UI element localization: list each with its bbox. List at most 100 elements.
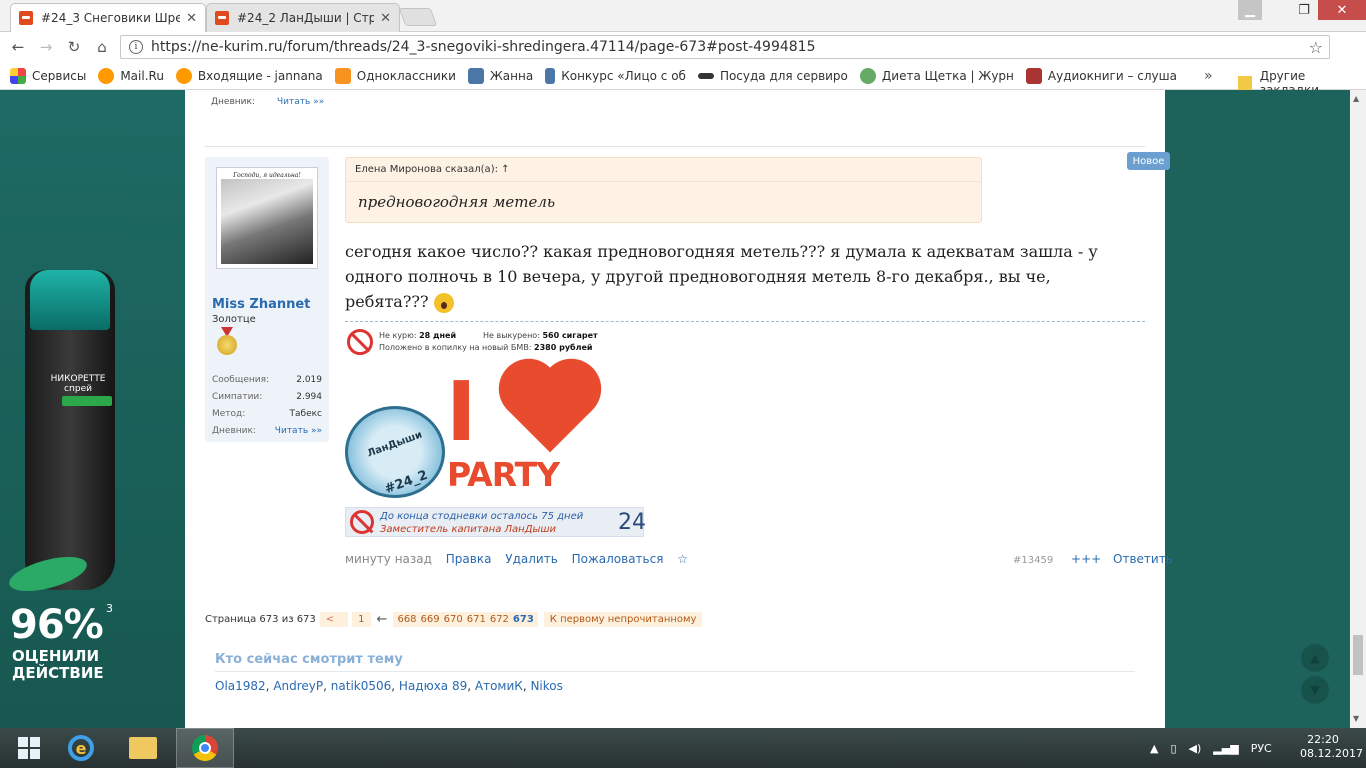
heart-icon xyxy=(507,367,593,453)
avatar[interactable]: Господи, я идеальна! xyxy=(216,167,318,269)
new-tab-button[interactable] xyxy=(398,8,438,26)
bookmark-star-icon[interactable]: ☆ xyxy=(1309,38,1323,57)
back-icon[interactable]: ← xyxy=(8,37,28,57)
post-actions: минуту назад Правка Удалить Пожаловаться… xyxy=(345,552,698,566)
ad-brand-sub: спрей xyxy=(64,384,92,394)
ad-banner[interactable]: НИКОРЕТТЕ спрей 96% 3 ОЦЕНИЛИ ДЕЙСТВИЕ xyxy=(0,90,185,728)
countdown-banner: До конца стодневки осталось 75 дней Заме… xyxy=(345,507,646,537)
username[interactable]: Miss Zhannet xyxy=(212,297,310,312)
plus-rating[interactable]: +++ xyxy=(1071,552,1101,566)
bookmark-konkurs[interactable]: Конкурс «Лицо с об xyxy=(545,67,686,84)
forward-icon[interactable]: → xyxy=(36,37,56,57)
delete-link[interactable]: Удалить xyxy=(505,552,558,566)
watching-user[interactable]: Nikos xyxy=(530,679,562,693)
watching-user[interactable]: natik0506 xyxy=(331,679,392,693)
post-separator xyxy=(205,146,1145,147)
watching-user[interactable]: АтомиК xyxy=(475,679,523,693)
start-button[interactable] xyxy=(0,728,58,768)
post-number[interactable]: #13459 xyxy=(1013,555,1053,566)
medal-icon xyxy=(217,335,237,355)
watching-user[interactable]: AndreyP xyxy=(273,679,323,693)
page-link[interactable]: 668 xyxy=(395,614,418,625)
bookmark-services[interactable]: Сервисы xyxy=(10,67,87,84)
bookmark-odnoklassniki[interactable]: Одноклассники xyxy=(334,67,456,84)
saved-label: Положено в копилку на новый БМВ: xyxy=(379,343,532,352)
diary-link[interactable]: Читать »» xyxy=(275,426,322,436)
page-link[interactable]: 671 xyxy=(465,614,488,625)
stat-method: Метод: Табекс xyxy=(212,409,322,419)
bookmark-zhanna[interactable]: Жанна xyxy=(467,67,533,84)
taskbar-chrome[interactable] xyxy=(176,728,234,768)
address-bar[interactable]: i https://ne-kurim.ru/forum/threads/24_3… xyxy=(120,35,1330,59)
quote-block: Елена Миронова сказал(а): ↑ предновогодн… xyxy=(345,157,982,223)
bookmarks-overflow-button[interactable]: » xyxy=(1204,68,1213,84)
scroll-up-icon[interactable]: ▲ xyxy=(1301,644,1329,672)
ad-brand-name: НИКОРЕТТЕ xyxy=(50,374,106,384)
bookmark-star-icon[interactable]: ☆ xyxy=(677,552,688,566)
home-icon[interactable]: ⌂ xyxy=(92,37,112,57)
watching-users: Ola1982, AndreyP, natik0506, Надюха 89, … xyxy=(215,679,563,693)
network-signal-icon[interactable]: ▂▄▆ xyxy=(1213,742,1238,755)
page-link[interactable]: 672 xyxy=(488,614,511,625)
watching-user[interactable]: Ola1982 xyxy=(215,679,266,693)
page-first[interactable]: 1 xyxy=(352,612,371,627)
reply-link[interactable]: Ответить xyxy=(1113,552,1173,566)
report-link[interactable]: Пожаловаться xyxy=(572,552,664,566)
scroll-down-icon[interactable]: ▼ xyxy=(1301,676,1329,704)
tab-inactive[interactable]: #24_2 ЛанДыши | Стран ✕ xyxy=(206,3,400,32)
reload-icon[interactable]: ↻ xyxy=(64,37,84,57)
bookmark-dieta[interactable]: Диета Щетка | Журн xyxy=(859,67,1014,84)
not-smoked-label: Не выкурено: xyxy=(483,331,540,340)
bookmark-audiobooks[interactable]: Аудиокниги – слуша xyxy=(1025,67,1177,84)
bookmark-mailru[interactable]: Mail.Ru xyxy=(98,67,164,84)
page-jump-arrow[interactable]: ← xyxy=(377,612,388,627)
scroll-thumb[interactable] xyxy=(1353,635,1363,675)
tray-device-icon[interactable]: ▯ xyxy=(1170,742,1176,755)
page-viewport: НИКОРЕТТЕ спрей 96% 3 ОЦЕНИЛИ ДЕЙСТВИЕ Дне… xyxy=(0,90,1366,728)
diary-link[interactable]: Читать »» xyxy=(277,97,324,107)
scroll-up-arrow-icon[interactable]: ▲ xyxy=(1353,94,1359,103)
post-body: сегодня какое число?? какая предновогодн… xyxy=(345,239,1135,314)
site-info-icon[interactable]: i xyxy=(129,40,143,54)
page-current: 673 xyxy=(512,614,534,625)
countdown-line: До конца стодневки осталось 75 дней xyxy=(380,511,584,522)
minimize-button[interactable]: ▁ xyxy=(1238,0,1262,20)
page-scrollbar[interactable]: ▲ ▼ xyxy=(1350,90,1366,728)
team-logo: ЛанДыши #24_2 xyxy=(345,406,445,498)
sig-counter-line2: Положено в копилку на новый БМВ: 2380 ру… xyxy=(379,343,593,352)
close-window-button[interactable]: ✕ xyxy=(1318,0,1366,20)
bookmark-label: Mail.Ru xyxy=(120,68,164,83)
input-language[interactable]: РУС xyxy=(1251,742,1272,755)
tab-close-icon[interactable]: ✕ xyxy=(186,11,197,26)
page-link[interactable]: 669 xyxy=(419,614,442,625)
page-link[interactable]: 670 xyxy=(442,614,465,625)
taskbar-explorer[interactable] xyxy=(114,728,172,768)
taskbar-ie[interactable]: e xyxy=(52,728,110,768)
tray-chevron-icon[interactable]: ▲ xyxy=(1150,742,1158,755)
prev-page-button[interactable]: < xyxy=(319,612,349,627)
maximize-button[interactable]: ❐ xyxy=(1290,0,1318,20)
quote-author[interactable]: Елена Миронова сказал(а): ↑ xyxy=(346,158,981,182)
stat-likes: Симпатии: 2.994 xyxy=(212,392,322,402)
bookmark-inbox[interactable]: Входящие - jannana xyxy=(175,67,323,84)
bookmark-label: Диета Щетка | Журн xyxy=(881,68,1014,83)
ad-brand: НИКОРЕТТЕ спрей xyxy=(48,374,108,394)
right-background xyxy=(1165,90,1350,728)
edit-link[interactable]: Правка xyxy=(446,552,492,566)
site-icon xyxy=(697,72,714,79)
watching-user[interactable]: Надюха 89 xyxy=(399,679,467,693)
stat-label: Метод: xyxy=(212,409,246,419)
volume-icon[interactable]: ◀) xyxy=(1189,742,1202,755)
clock-date: 08.12.2017 xyxy=(1300,747,1363,760)
scroll-down-arrow-icon[interactable]: ▼ xyxy=(1353,714,1359,723)
post-time[interactable]: минуту назад xyxy=(345,552,432,566)
first-unread-button[interactable]: К первому непрочитанному xyxy=(543,612,703,627)
shocked-emoji-icon xyxy=(433,292,454,313)
stat-label: Сообщения: xyxy=(212,375,270,385)
taskbar-clock[interactable]: 22:20 08.12.2017 xyxy=(1300,733,1363,761)
bookmark-label: Сервисы xyxy=(32,68,87,83)
bookmark-posuda[interactable]: Посуда для сервиро xyxy=(697,69,848,83)
tab-active[interactable]: #24_3 Снеговики Шреди ✕ xyxy=(10,3,206,32)
tab-close-icon[interactable]: ✕ xyxy=(380,11,391,26)
pagination: Страница 673 из 673 < 1 ← 668 669 670 67… xyxy=(205,612,703,627)
